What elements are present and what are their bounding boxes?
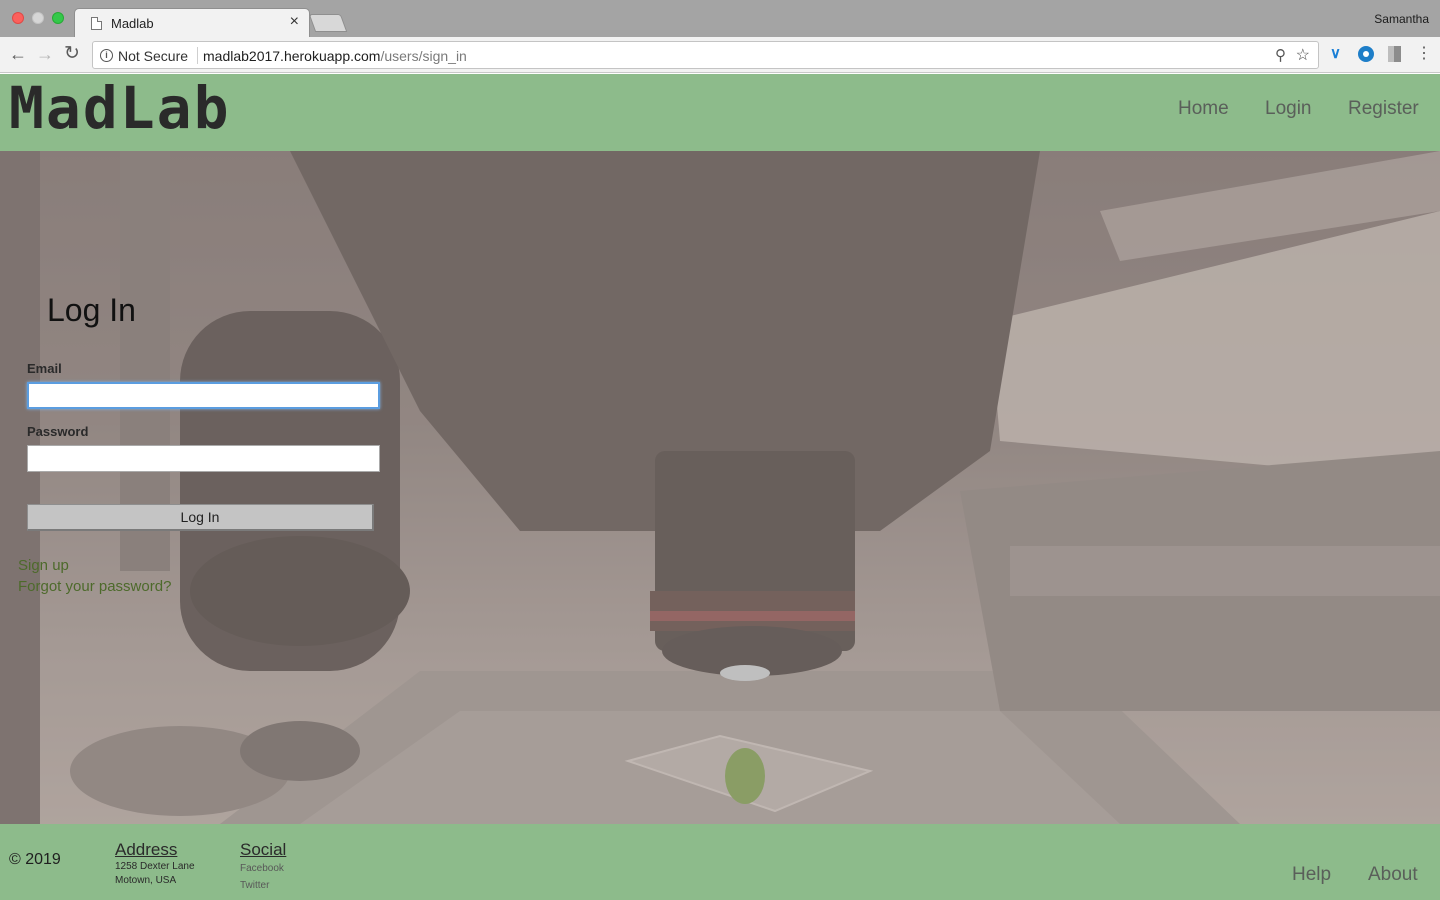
address-divider: [197, 47, 198, 64]
extension-bar-icon[interactable]: [1388, 46, 1401, 62]
address-bar[interactable]: i Not Secure madlab2017.herokuapp.com/us…: [92, 41, 1319, 69]
facebook-link[interactable]: Facebook: [240, 863, 284, 874]
twitter-link[interactable]: Twitter: [240, 880, 269, 891]
zoom-icon[interactable]: ⚲: [1275, 46, 1286, 64]
browser-tab[interactable]: Madlab ×: [74, 8, 310, 38]
forward-icon[interactable]: →: [36, 44, 54, 64]
hero-background: Log In Email Password Log In Sign up For…: [0, 151, 1440, 824]
tab-close-icon[interactable]: ×: [290, 14, 299, 30]
help-link[interactable]: Help: [1292, 864, 1331, 886]
close-window-button[interactable]: [12, 12, 24, 24]
about-link[interactable]: About: [1368, 864, 1418, 886]
background-overlay: [0, 151, 1440, 824]
new-tab-button[interactable]: [308, 14, 348, 32]
copyright-text: © 2019: [9, 851, 61, 868]
login-title: Log In: [47, 292, 136, 328]
browser-toolbar: ← → ↻ i Not Secure madlab2017.herokuapp.…: [0, 37, 1440, 73]
minimize-window-button[interactable]: [32, 12, 44, 24]
star-icon[interactable]: ☆: [1296, 45, 1310, 65]
url-path: /users/sign_in: [380, 48, 467, 64]
profile-name[interactable]: Samantha: [1374, 12, 1429, 26]
address-line-1: 1258 Dexter Lane: [115, 861, 195, 872]
nav-home-link[interactable]: Home: [1178, 98, 1229, 120]
maximize-window-button[interactable]: [52, 12, 64, 24]
site-footer: © 2019 Address 1258 Dexter Lane Motown, …: [0, 824, 1440, 900]
info-icon[interactable]: i: [100, 49, 113, 62]
forgot-password-link[interactable]: Forgot your password?: [18, 578, 171, 595]
extension-circle-icon[interactable]: [1358, 46, 1374, 62]
document-icon: [91, 17, 102, 30]
password-field[interactable]: [27, 445, 380, 472]
back-icon[interactable]: ←: [9, 44, 27, 64]
url-host: madlab2017.herokuapp.com: [203, 48, 381, 64]
browser-titlebar: Madlab × Samantha: [0, 0, 1440, 38]
address-line-2: Motown, USA: [115, 875, 177, 886]
reload-icon[interactable]: ↻: [64, 44, 80, 64]
site-header: MadLab Home Login Register: [0, 74, 1440, 151]
site-logo[interactable]: MadLab: [9, 79, 231, 137]
nav-register-link[interactable]: Register: [1348, 98, 1419, 120]
password-label: Password: [27, 424, 89, 439]
email-field[interactable]: [27, 382, 380, 409]
login-button[interactable]: Log In: [27, 504, 374, 531]
web-page: MadLab Home Login Register Log In Email …: [0, 74, 1440, 900]
email-label: Email: [27, 361, 62, 376]
security-label[interactable]: Not Secure: [118, 48, 188, 64]
extension-v-icon[interactable]: ∨: [1330, 46, 1346, 62]
address-heading: Address: [115, 840, 178, 859]
menu-icon[interactable]: ⋮: [1416, 46, 1432, 62]
sign-up-link[interactable]: Sign up: [18, 557, 69, 574]
social-heading: Social: [240, 840, 287, 859]
tab-title: Madlab: [111, 16, 154, 31]
nav-login-link[interactable]: Login: [1265, 98, 1312, 120]
url-text[interactable]: madlab2017.herokuapp.com/users/sign_in: [203, 48, 467, 64]
